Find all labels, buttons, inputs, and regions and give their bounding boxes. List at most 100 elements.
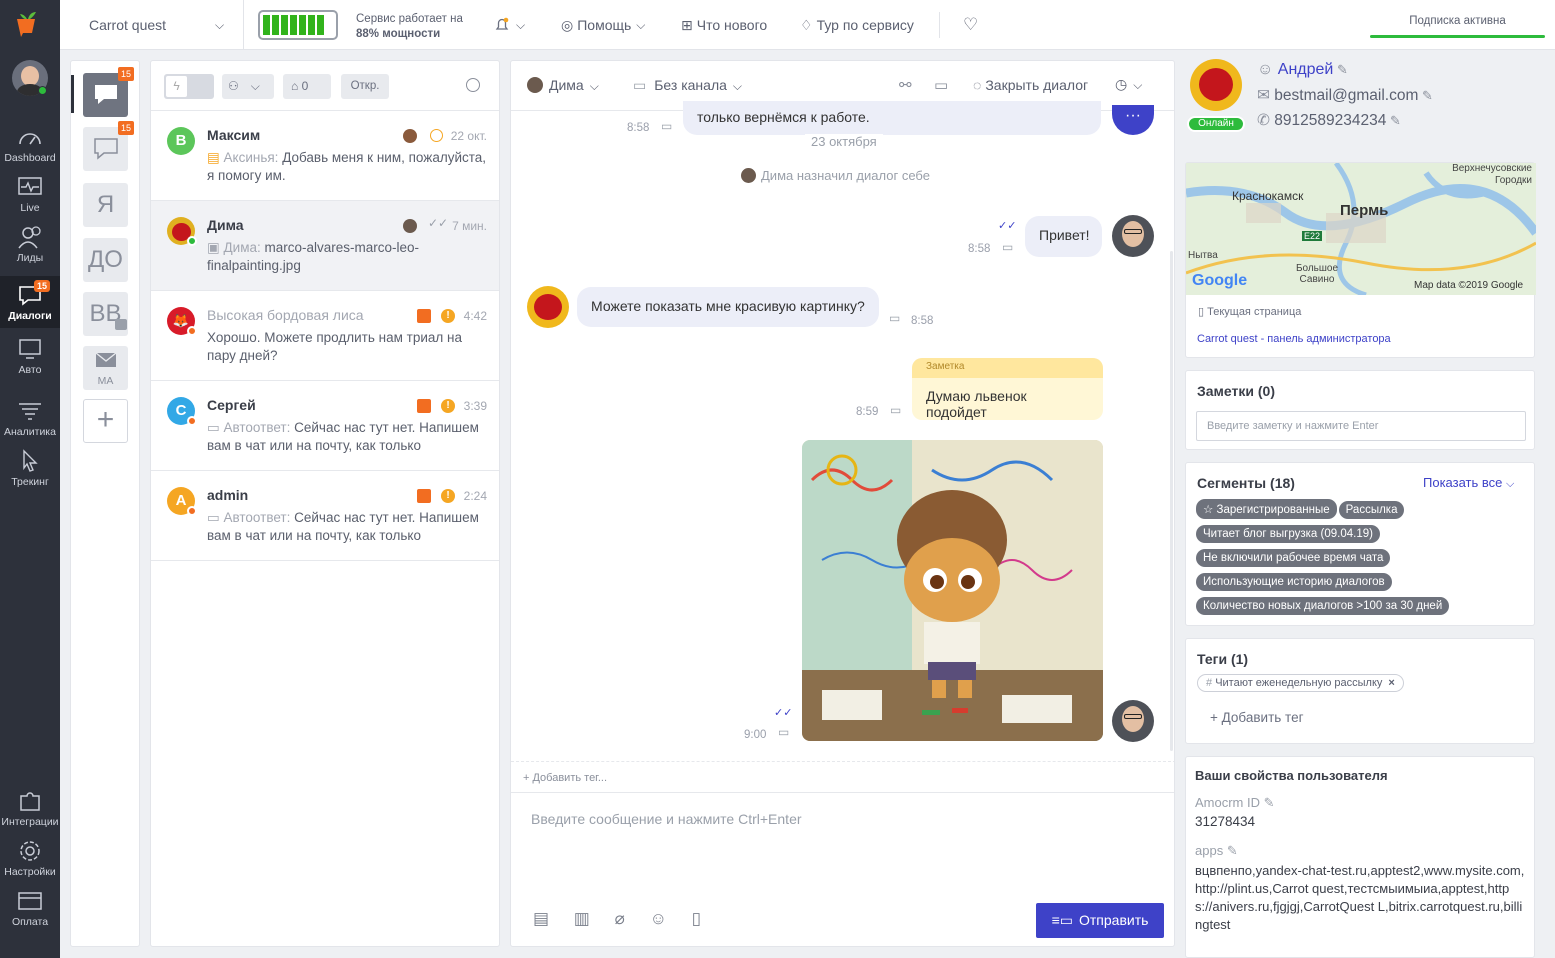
left-nav: Dashboard Live Лиды 15 Диалоги Авто Анал… [0, 0, 60, 958]
bell-icon [495, 17, 509, 30]
conversation-item[interactable]: Дима ✓✓ 7 мин. ▣ Дима: marco-alvares-mar… [151, 201, 499, 291]
inbox-ma[interactable]: MA [83, 346, 128, 390]
divider [511, 761, 1174, 762]
property-name[interactable]: Amocrm ID ✎ [1195, 795, 1275, 811]
inbox-mine[interactable]: Я [83, 183, 128, 227]
offline-dot [187, 326, 197, 336]
current-page-link[interactable]: Carrot quest - панель администратора [1197, 333, 1391, 345]
online-dot [38, 86, 47, 95]
assignee-filter[interactable]: ⚇ ⌵ [222, 74, 274, 99]
add-tag-button[interactable]: + Добавить тег [1210, 710, 1304, 725]
favorite-button[interactable]: ♡ [963, 0, 978, 50]
add-inbox-button[interactable]: + [83, 399, 128, 443]
nav-live[interactable]: Live [0, 168, 60, 218]
nav-dashboard[interactable]: Dashboard [0, 118, 60, 168]
conversation-item[interactable]: 🦊 Высокая бордовая лиса ! 4:42 Хорошо. М… [151, 291, 499, 381]
nav-settings[interactable]: Настройки [0, 832, 60, 882]
message-time: 8:58 [911, 315, 934, 327]
assignee-selector[interactable]: Дима ⌵ [527, 77, 599, 94]
conversation-time: 3:39 [463, 399, 487, 413]
nav-analytics[interactable]: Аналитика [0, 392, 60, 442]
user-avatar [1190, 59, 1242, 111]
tags-filter[interactable]: ⌂ 0 [283, 74, 331, 99]
tag-chip[interactable]: # Читают еженедельную рассылку × [1197, 674, 1404, 692]
nav-label: Интеграции [1, 816, 59, 828]
graduation-cap-icon: ♢ [800, 16, 813, 33]
nav-label: Аналитика [4, 426, 56, 438]
chevron-down-icon: ⌵ [636, 17, 646, 32]
tour-button[interactable]: ♢ Тур по сервису [800, 0, 914, 50]
notifications-button[interactable]: ⌵ [494, 0, 525, 50]
nav-billing[interactable]: Оплата [0, 882, 60, 932]
image-attachment[interactable] [802, 440, 1103, 741]
send-button[interactable]: ≡▭ Отправить [1036, 903, 1164, 938]
segments-card: Сегменты (18) Показать все ⌵ ☆ Зарегистр… [1185, 462, 1535, 626]
close-icon[interactable]: × [1388, 677, 1394, 689]
notes-input[interactable]: Введите заметку и нажмите Enter [1196, 411, 1526, 441]
conversation-item[interactable]: В Максим 22 окт. ▤ Аксинья: Добавь меня … [151, 111, 499, 201]
pulse-icon [18, 177, 42, 195]
user-email: bestmail@gmail.com [1274, 87, 1419, 104]
nav-tracking[interactable]: Трекинг [0, 442, 60, 492]
bot-avatar: ··· [1112, 105, 1154, 135]
lion-cub-painting-icon [802, 440, 1103, 741]
property-name[interactable]: apps ✎ [1195, 843, 1238, 859]
nav-leads[interactable]: Лиды [0, 218, 60, 268]
tour-label: Тур по сервису [816, 17, 914, 33]
filter-icon [19, 403, 41, 420]
scrollbar[interactable] [1170, 251, 1173, 751]
nav-dialogs[interactable]: 15 Диалоги [0, 276, 60, 328]
whats-new-label: Что нового [696, 17, 768, 33]
templates-icon[interactable]: ▥ [574, 909, 590, 928]
segment-chip[interactable]: Читает блог выгрузка (09.04.19) [1196, 525, 1380, 543]
user-name-row[interactable]: ☺ Андрей ✎ [1257, 61, 1348, 79]
map-city-label: Пермь [1340, 202, 1389, 219]
user-email-row[interactable]: ✉ bestmail@gmail.com ✎ [1257, 86, 1433, 105]
status-filter[interactable]: Откр. [341, 74, 389, 99]
whats-new-button[interactable]: ⊞ Что нового [681, 0, 767, 50]
property-label: apps [1195, 843, 1224, 858]
bookmark-icon[interactable]: ▯ [692, 909, 701, 928]
divider [939, 12, 940, 38]
show-all-segments-button[interactable]: Показать все ⌵ [1423, 475, 1514, 491]
emoji-icon[interactable]: ☺ [650, 909, 667, 928]
nav-integrations[interactable]: Интеграции [0, 782, 60, 832]
map[interactable]: Краснокамск Пермь Верхнечусовские Городк… [1186, 163, 1536, 295]
carrot-logo-icon[interactable] [14, 11, 42, 39]
inbox-unassigned[interactable]: 15 [83, 121, 134, 171]
inbox-all[interactable]: 15 [83, 67, 134, 117]
system-text: Дима назначил диалог себе [761, 168, 930, 183]
note-icon[interactable]: ▭ [934, 76, 948, 94]
paperclip-icon[interactable]: ⌀ [615, 909, 625, 928]
channel-selector[interactable]: ▭ Без канала ⌵ [633, 77, 742, 94]
segment-chip[interactable]: Рассылка [1338, 501, 1405, 519]
current-page-caption: Текущая страница [1207, 306, 1302, 318]
note-icon[interactable]: ▤ [533, 909, 549, 928]
autoreply-icon: ▭ [207, 510, 224, 525]
segment-chip[interactable]: Не включили рабочее время чата [1196, 549, 1391, 567]
project-selector[interactable]: Carrot quest ⌵ [89, 0, 229, 50]
user-phone-row[interactable]: ✆ 8912589234234 ✎ [1257, 111, 1401, 130]
system-message: Дима назначил диалог себе [741, 168, 930, 183]
segment-chip[interactable]: Использующие историю диалогов [1196, 573, 1392, 591]
conversation-item[interactable]: С Сергей ! 3:39 ▭ Автоответ: Сейчас нас … [151, 381, 499, 471]
search-icon[interactable] [466, 78, 480, 92]
inbox-vv[interactable]: ВВ [83, 292, 128, 336]
assignee-name: Дима [549, 77, 584, 93]
snooze-button[interactable]: ◷ ⌵ [1115, 76, 1142, 93]
add-tag-button[interactable]: + Добавить тег... [523, 772, 607, 784]
realtime-toggle[interactable]: ϟ [164, 74, 214, 99]
segment-chip[interactable]: ☆ Зарегистрированные [1196, 499, 1337, 519]
nav-label: Диалоги [8, 310, 52, 322]
inbox-do[interactable]: ДО [83, 238, 128, 282]
close-dialog-button[interactable]: ◌ Закрыть диалог [973, 77, 1088, 93]
tag-icon: ⌂ [291, 79, 299, 93]
conversation-item[interactable]: A admin ! 2:24 ▭ Автоответ: Сейчас нас т… [151, 471, 499, 561]
chat-panel: Дима ⌵ ▭ Без канала ⌵ ⚯ ▭ ◌ Закрыть диалог ◷… [510, 60, 1175, 947]
subscription-status[interactable]: Подписка активна [1370, 0, 1545, 50]
help-button[interactable]: ◎ Помощь ⌵ [561, 0, 645, 50]
nav-auto[interactable]: Авто [0, 330, 60, 380]
link-icon[interactable]: ⚯ [899, 76, 912, 94]
message-input[interactable]: Введите сообщение и нажмите Ctrl+Enter [531, 811, 1151, 891]
segment-chip[interactable]: Количество новых диалогов >100 за 30 дне… [1196, 597, 1450, 615]
